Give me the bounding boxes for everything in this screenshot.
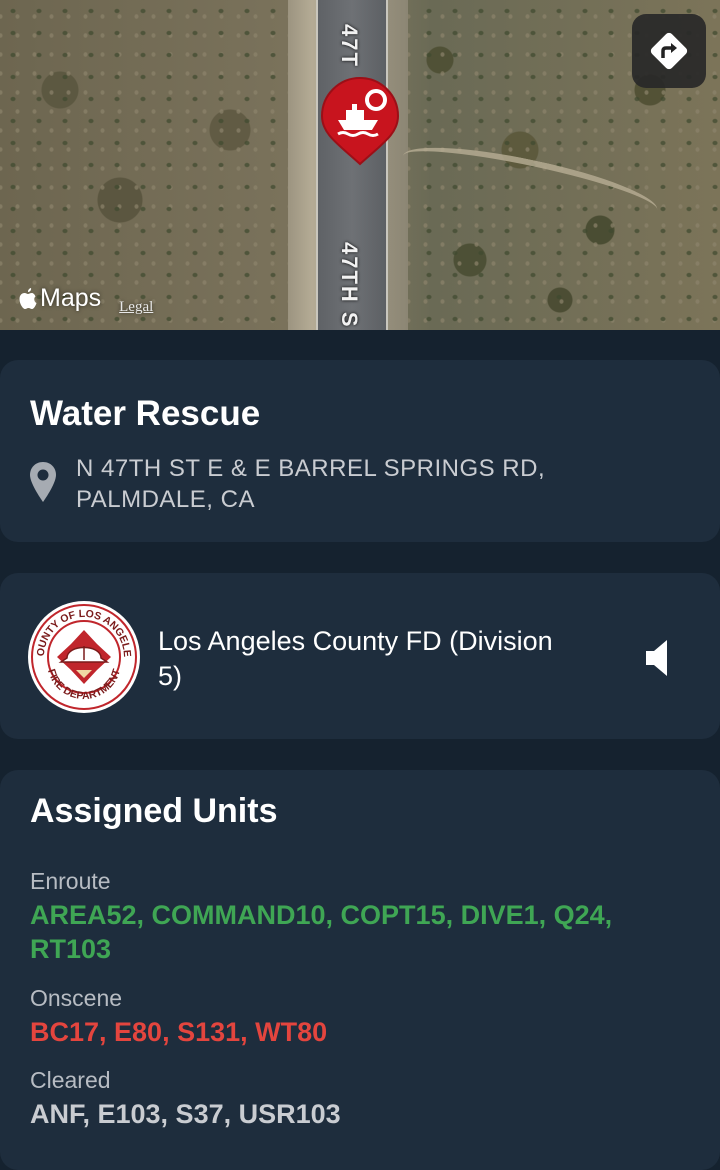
assigned-units-title: Assigned Units — [30, 792, 278, 830]
maps-label: Maps — [40, 284, 102, 312]
directions-icon — [650, 32, 688, 70]
incident-title: Water Rescue — [30, 394, 261, 433]
incident-address: N 47TH ST E & E BARREL SPRINGS RD, PALMD… — [76, 455, 546, 513]
onscene-label: Onscene — [30, 985, 123, 1011]
incident-map[interactable]: 47T 47TH S Maps Legal — [0, 0, 720, 330]
lacofd-logo: COUNTY OF LOS ANGELES FIRE DEPARTMENT — [27, 600, 140, 713]
apple-icon — [19, 287, 37, 309]
directions-button[interactable] — [632, 14, 706, 88]
maps-attribution: Maps Legal — [18, 284, 153, 316]
enroute-units: AREA52, COMMAND10, COPT15, DIVE1, Q24, R… — [30, 900, 613, 964]
speaker-icon[interactable] — [640, 636, 680, 680]
road-label-top: 47T — [337, 24, 362, 68]
incident-pin-icon[interactable] — [320, 76, 400, 166]
onscene-units: BC17, E80, S131, WT80 — [30, 1017, 328, 1047]
map-pin-icon — [30, 462, 56, 502]
apple-maps-logo: Maps — [18, 284, 101, 313]
agency-name: Los Angeles County FD (Division 5) — [158, 626, 553, 691]
legal-link[interactable]: Legal — [119, 299, 153, 316]
road-label-bottom: 47TH S — [337, 242, 362, 329]
cleared-label: Cleared — [30, 1067, 111, 1093]
enroute-label: Enroute — [30, 868, 111, 894]
cleared-units: ANF, E103, S37, USR103 — [30, 1099, 341, 1129]
